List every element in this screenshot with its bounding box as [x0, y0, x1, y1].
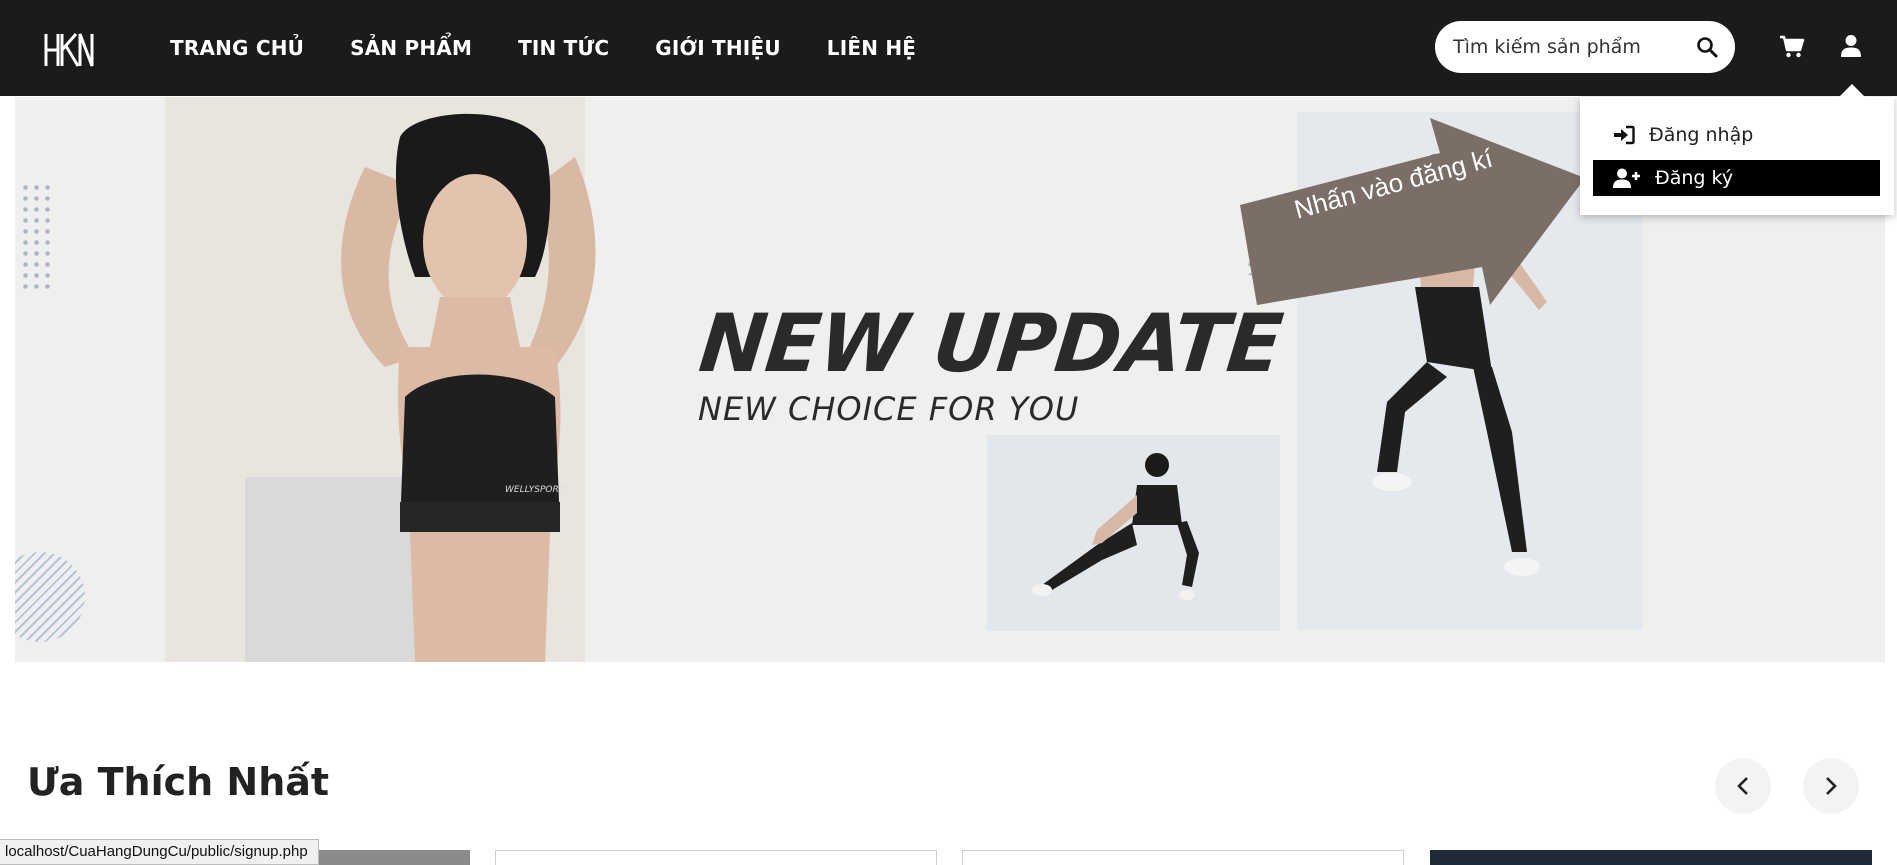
top-navbar: TRANG CHỦ SẢN PHẨM TIN TỨC GIỚI THIỆU LI… — [0, 0, 1897, 96]
carousel-prev-button[interactable] — [1715, 758, 1771, 814]
user-icon[interactable] — [1840, 34, 1862, 58]
annotation-arrow-shape — [1240, 118, 1585, 305]
dropdown-caret — [1838, 84, 1866, 98]
model-photo: WELLYSPORT — [341, 113, 596, 662]
stripe-decoration — [15, 552, 85, 642]
login-label: Đăng nhập — [1649, 124, 1754, 146]
carousel-next-button[interactable] — [1803, 758, 1859, 814]
signup-menu-item[interactable]: Đăng ký — [1593, 160, 1880, 196]
chevron-left-icon — [1737, 777, 1748, 795]
main-nav: TRANG CHỦ SẢN PHẨM TIN TỨC GIỚI THIỆU LI… — [170, 0, 916, 96]
photo-stretch — [987, 435, 1280, 631]
chevron-right-icon — [1826, 777, 1837, 795]
user-plus-icon — [1613, 168, 1640, 188]
cart-icon[interactable] — [1779, 35, 1805, 59]
search-input[interactable] — [1453, 36, 1693, 58]
product-card[interactable] — [495, 850, 937, 865]
login-menu-item[interactable]: Đăng nhập — [1593, 117, 1880, 153]
nav-news[interactable]: TIN TỨC — [518, 36, 609, 60]
model-stretch-figure — [1032, 453, 1199, 600]
brand-mark: WELLYSPORT — [505, 485, 566, 495]
annotation-arrow — [1240, 118, 1585, 305]
sign-in-icon — [1614, 125, 1635, 145]
account-dropdown: Đăng nhập Đăng ký — [1580, 97, 1894, 215]
nav-products[interactable]: SẢN PHẨM — [350, 36, 472, 60]
banner-headline: NEW UPDATE — [695, 297, 1287, 390]
signup-label: Đăng ký — [1655, 167, 1734, 189]
banner-subline: NEW CHOICE FOR YOU — [698, 390, 1080, 428]
product-card[interactable] — [1430, 850, 1872, 865]
status-bar-url: localhost/CuaHangDungCu/public/signup.ph… — [0, 839, 319, 865]
section-title: Ưa Thích Nhất — [27, 760, 330, 804]
nav-about[interactable]: GIỚI THIỆU — [655, 36, 780, 60]
nav-home[interactable]: TRANG CHỦ — [170, 36, 304, 60]
product-card[interactable] — [962, 850, 1404, 865]
dot-pattern — [20, 182, 56, 292]
search-box — [1435, 21, 1735, 73]
logo[interactable] — [42, 32, 98, 68]
search-icon[interactable] — [1695, 35, 1719, 59]
nav-contact[interactable]: LIÊN HỆ — [827, 36, 916, 60]
